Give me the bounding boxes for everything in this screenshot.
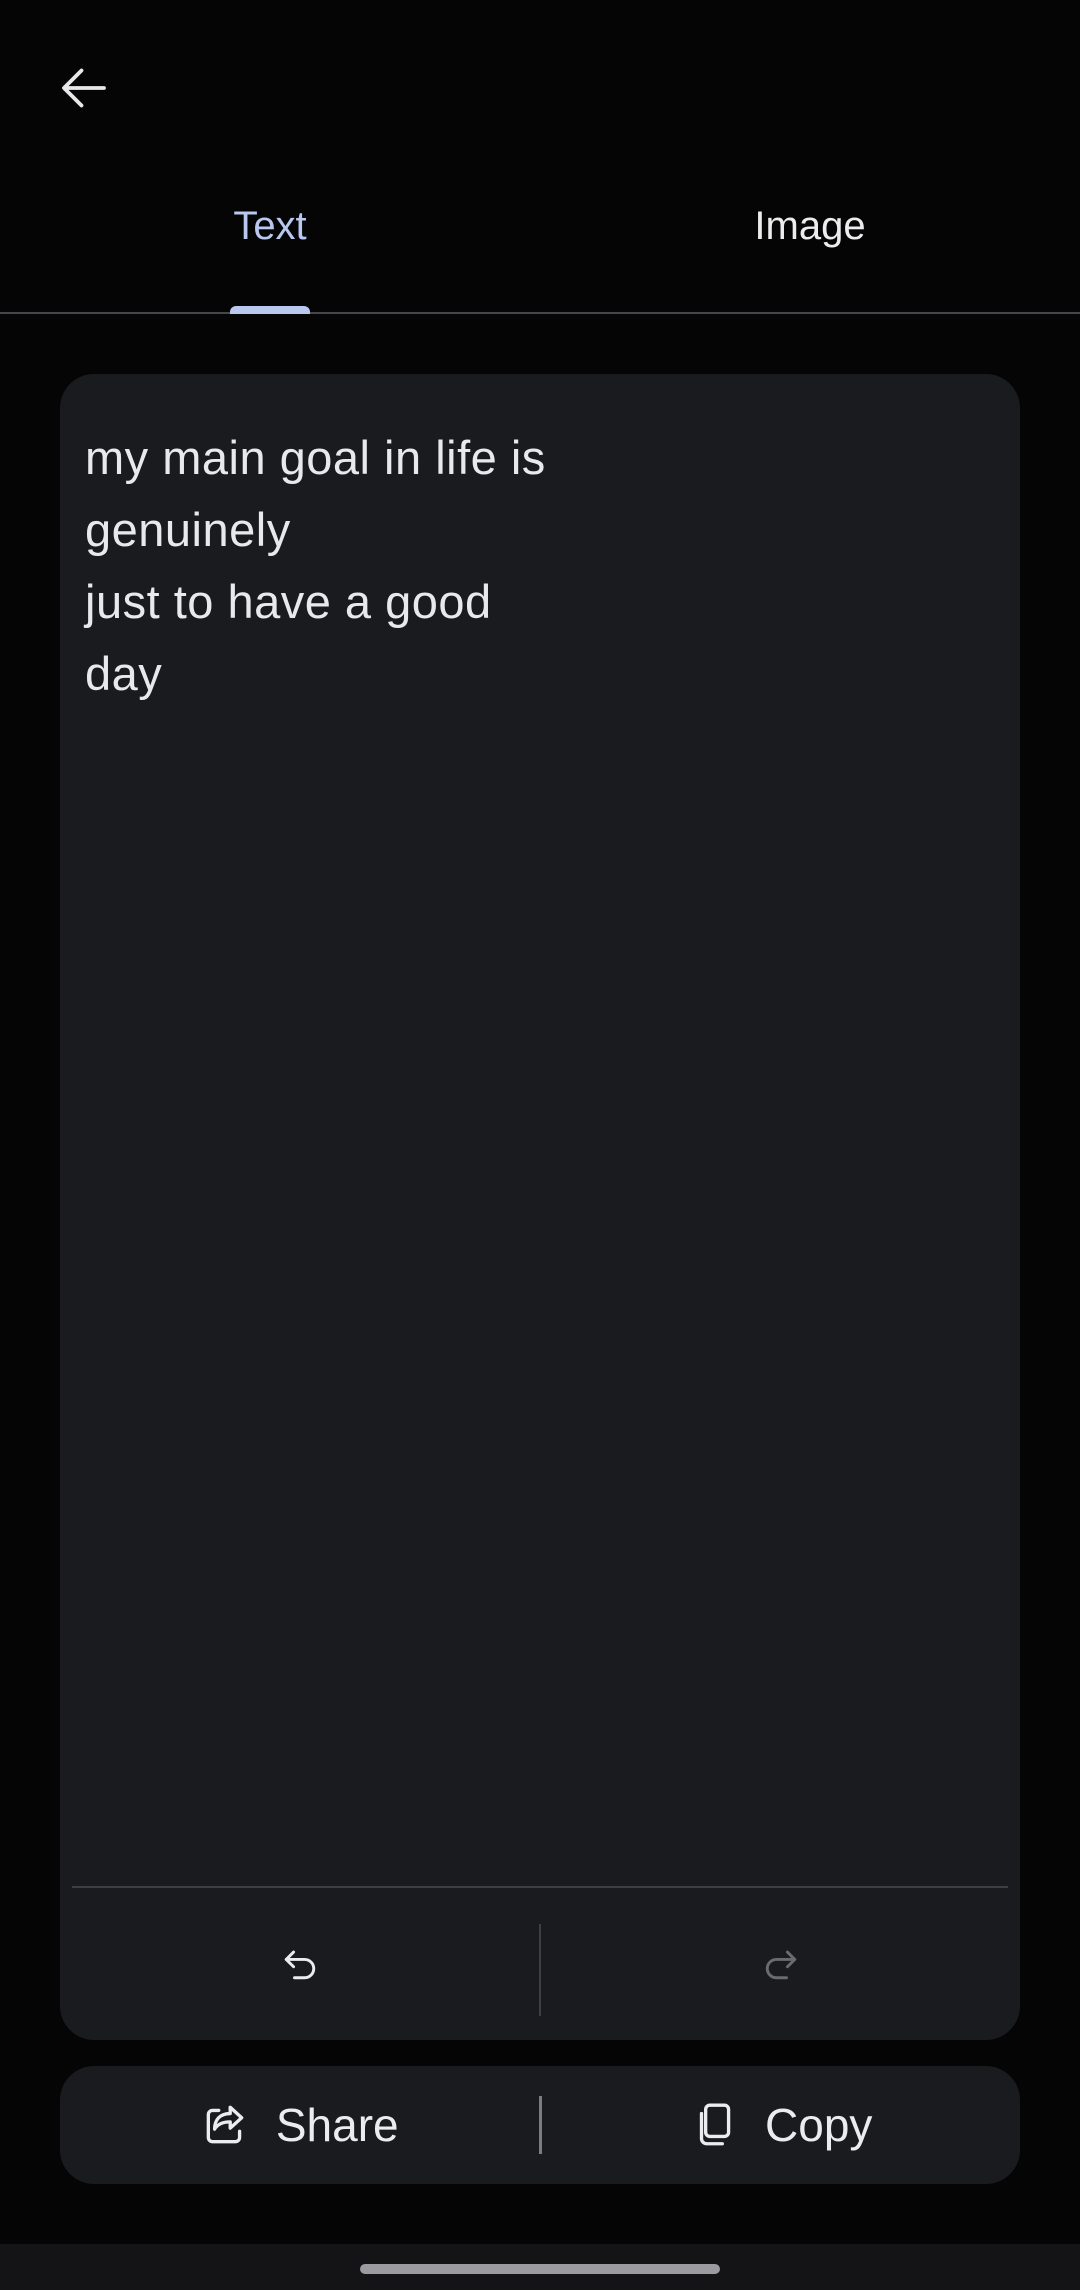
copy-button[interactable]: Copy	[542, 2066, 1021, 2184]
arrow-left-icon	[62, 68, 106, 108]
redo-button[interactable]	[541, 1888, 1020, 2040]
text-editor-card: my main goal in life is genuinely just t…	[60, 374, 1020, 2040]
copy-label: Copy	[765, 2099, 873, 2151]
share-button[interactable]: Share	[60, 2066, 539, 2184]
copy-icon	[699, 2103, 731, 2146]
back-button[interactable]	[40, 44, 128, 132]
redo-icon	[765, 1950, 796, 1980]
tab-text-label: Text	[233, 203, 307, 248]
active-tab-indicator	[230, 306, 310, 314]
tab-bar: Text Image	[0, 180, 1080, 314]
undo-icon	[284, 1950, 315, 1980]
tab-image[interactable]: Image	[540, 180, 1080, 312]
tab-text[interactable]: Text	[0, 180, 540, 314]
undo-button[interactable]	[60, 1888, 539, 2040]
history-bar	[60, 1888, 1020, 2040]
share-label: Share	[275, 2099, 399, 2151]
text-editor-input[interactable]: my main goal in life is genuinely just t…	[85, 422, 985, 710]
home-gesture-handle[interactable]	[360, 2264, 720, 2274]
tab-image-label: Image	[754, 203, 866, 248]
action-bar: Share Copy	[60, 2066, 1020, 2184]
system-nav-bar	[0, 2244, 1080, 2290]
share-icon	[206, 2105, 244, 2144]
